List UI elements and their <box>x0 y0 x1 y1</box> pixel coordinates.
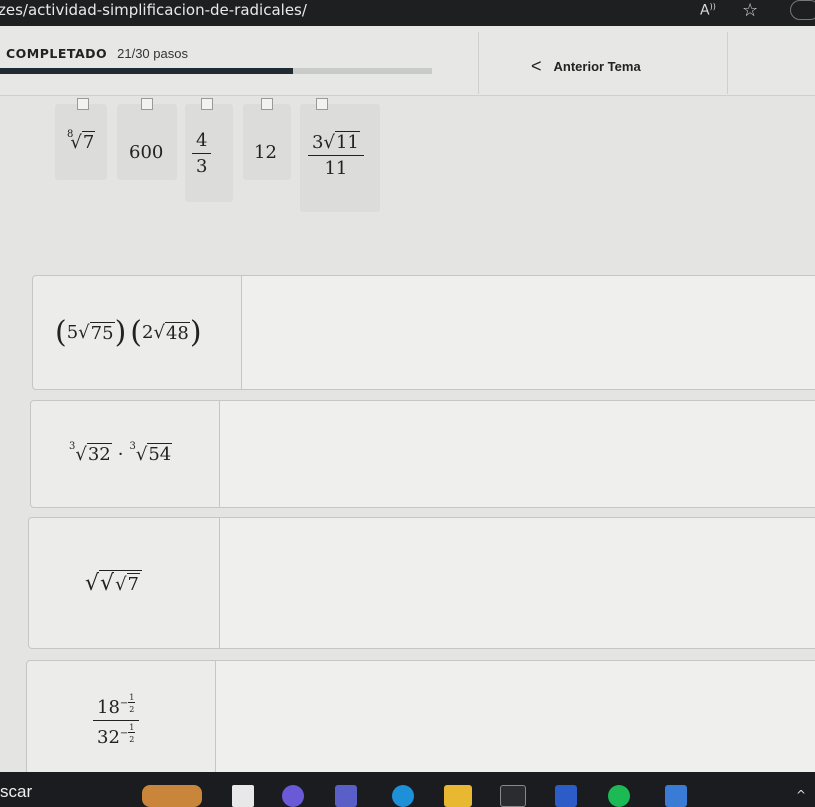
previous-topic-label: Anterior Tema <box>553 59 641 74</box>
answer-drop-zone[interactable] <box>215 661 815 779</box>
task-view-icon[interactable] <box>232 785 254 807</box>
progress-bar-fill <box>0 68 294 74</box>
question-expression: (5 √ 75) (2 √ 48) <box>55 315 202 350</box>
file-explorer-icon[interactable] <box>444 785 472 807</box>
checkbox[interactable] <box>261 98 273 110</box>
question-expression: 18− 1 2 32− 1 2 <box>93 661 140 779</box>
question-row: 3 √ 32 · 3 √ 54 <box>30 400 815 508</box>
answer-tile[interactable]: 3√11 11 <box>300 98 380 212</box>
url-text[interactable]: zes/actividad-simplificacion-de-radicale… <box>0 1 307 19</box>
answer-value: 600 <box>129 142 164 163</box>
store-icon[interactable] <box>500 785 526 807</box>
photos-icon[interactable] <box>665 785 687 807</box>
edge-icon[interactable] <box>392 785 414 807</box>
question-row: (5 √ 75) (2 √ 48) <box>32 275 815 390</box>
progress-label: COMPLETADO 21/30 pasos <box>6 46 188 61</box>
taskbar-search[interactable]: scar <box>0 782 32 802</box>
copilot-icon[interactable] <box>282 785 304 807</box>
question-expression: √ √√7 <box>85 518 142 648</box>
answer-value: 3√11 11 <box>308 131 364 179</box>
question-expression: 3 √ 32 · 3 √ 54 <box>69 440 173 465</box>
answer-value: 12 <box>254 142 277 163</box>
answer-tile[interactable]: 43 <box>185 98 233 202</box>
checkbox[interactable] <box>316 98 328 110</box>
teams-icon[interactable] <box>335 785 357 807</box>
question-row: √ √√7 <box>28 517 815 649</box>
windows-taskbar: scar ^ <box>0 772 815 807</box>
answer-tile[interactable]: 12 <box>243 98 291 180</box>
browser-address-bar[interactable]: zes/actividad-simplificacion-de-radicale… <box>0 0 815 26</box>
steps-count: 21/30 pasos <box>117 46 188 61</box>
topic-nav: < Anterior Tema <box>478 32 728 94</box>
widget-icon[interactable] <box>142 785 202 807</box>
progress-bar <box>0 68 432 74</box>
star-icon[interactable]: ☆ <box>742 0 758 21</box>
read-aloud-icon[interactable]: A)) <box>700 2 716 19</box>
chevron-up-icon[interactable]: ^ <box>796 788 806 802</box>
question-row: 18− 1 2 32− 1 2 <box>26 660 815 780</box>
profile-pill[interactable] <box>790 0 815 20</box>
outlook-icon[interactable] <box>555 785 577 807</box>
checkbox[interactable] <box>141 98 153 110</box>
answer-value: 43 <box>192 130 212 177</box>
checkbox[interactable] <box>201 98 213 110</box>
answer-drop-zone[interactable] <box>241 276 815 389</box>
answer-drop-zone[interactable] <box>219 401 815 507</box>
answer-tile[interactable]: 8√7 <box>55 98 107 180</box>
checkbox[interactable] <box>77 98 89 110</box>
chevron-left-icon: < <box>531 56 542 76</box>
lesson-header: COMPLETADO 21/30 pasos < Anterior Tema <box>0 26 815 96</box>
completed-label: COMPLETADO <box>6 46 108 61</box>
previous-topic-button[interactable]: < Anterior Tema <box>531 56 641 77</box>
answer-value: 8√7 <box>67 129 96 153</box>
answer-bank: 8√7 600 43 12 3√11 11 <box>0 96 815 246</box>
answer-tile[interactable]: 600 <box>117 98 177 180</box>
spotify-icon[interactable] <box>608 785 630 807</box>
answer-drop-zone[interactable] <box>219 518 815 648</box>
